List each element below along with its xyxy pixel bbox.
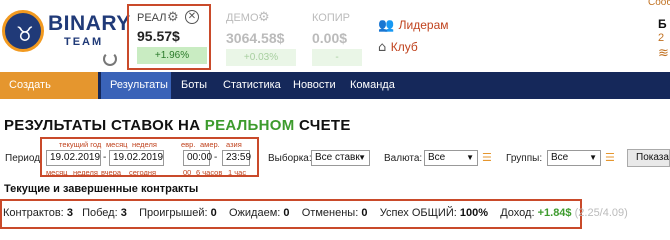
cancelled-count: 0 <box>361 207 368 219</box>
wins-label: Побед: <box>82 207 118 219</box>
account-demo[interactable]: ДЕМО ⚙ 3064.58$ +0.03% <box>218 6 296 68</box>
sample-value: Все ставк <box>315 152 360 163</box>
hint-month-b[interactable]: месяц <box>46 168 67 177</box>
income-detail: (2.25/4.09) <box>574 207 628 219</box>
hint-1h[interactable]: 1 час <box>228 168 246 177</box>
account-real-change: +1.96% <box>137 47 207 64</box>
brand-logo[interactable]: ♉ BINARY TEAM <box>2 8 130 66</box>
account-demo-label: ДЕМО <box>226 12 259 24</box>
hint-asia[interactable]: азия <box>226 140 242 149</box>
income-label: Доход: <box>500 207 535 219</box>
losses-label: Проигрышей: <box>139 207 208 219</box>
date-from-input[interactable]: 19.02.2019 <box>46 150 101 166</box>
refresh-icon[interactable] <box>103 52 117 66</box>
messages-link[interactable]: Сооб <box>648 0 670 8</box>
currency-select[interactable]: Все ▼ <box>424 150 478 166</box>
nav-results[interactable]: Результаты <box>101 72 171 99</box>
pending-count: 0 <box>283 207 290 219</box>
chevron-down-icon: ▼ <box>589 153 597 162</box>
account-real[interactable]: РЕАЛ ⚙ ✕ 95.57$ +1.96% <box>127 4 211 70</box>
gear-icon[interactable]: ⚙ <box>167 11 180 24</box>
logo-emblem: ♉ <box>2 10 44 52</box>
account-copy-label: КОПИР <box>312 12 350 24</box>
time-from-input[interactable]: 00:00 <box>183 150 212 166</box>
hint-6h[interactable]: 6 часов <box>196 168 222 177</box>
currency-label: Валюта: <box>384 153 423 164</box>
close-icon[interactable]: ✕ <box>185 10 199 24</box>
main-nav: Создать контракт Результаты Боты Статист… <box>0 72 670 118</box>
brand-name: BINARY <box>48 12 131 35</box>
account-real-label: РЕАЛ <box>137 12 167 24</box>
success-value: 100% <box>459 207 488 219</box>
account-copy[interactable]: КОПИР 0.00$ - <box>304 6 382 68</box>
leaders-label: Лидерам <box>398 18 449 32</box>
contracts-label: Контрактов: <box>3 207 64 219</box>
period-label: Период <box>5 153 41 164</box>
hint-current-year[interactable]: текущий год <box>59 140 101 149</box>
date-dash: - <box>103 152 107 163</box>
home-icon: ⌂ <box>378 40 387 55</box>
account-demo-balance: 3064.58$ <box>226 30 285 46</box>
nav-team[interactable]: Команда <box>341 72 404 99</box>
account-copy-balance: 0.00$ <box>312 30 348 46</box>
balance-corner-value: 2 <box>658 32 665 44</box>
success-label: Успех ОБЩИЙ: <box>379 207 457 219</box>
nav-create-contract[interactable]: Создать контракт <box>0 72 98 118</box>
users-icon: 👥 <box>378 18 395 33</box>
leaders-link[interactable]: 👥 Лидерам <box>378 16 449 34</box>
losses-count: 0 <box>210 207 217 219</box>
pending-label: Ожидаем: <box>228 207 281 219</box>
date-to-input[interactable]: 19.02.2019 <box>109 150 164 166</box>
groups-value: Все <box>551 152 569 163</box>
club-label: Клуб <box>390 40 418 54</box>
section-title: Текущие и завершенные контракты <box>4 183 199 195</box>
hint-eur[interactable]: евр. <box>181 140 195 149</box>
groups-select[interactable]: Все ▼ <box>547 150 601 166</box>
page-title: РЕЗУЛЬТАТЫ СТАВОК НА РЕАЛЬНОМ СЧЕТЕ <box>4 117 351 134</box>
nav-news[interactable]: Новости <box>284 72 345 99</box>
groups-menu-icon[interactable]: ☰ <box>605 151 615 164</box>
time-to-input[interactable]: 23:59 <box>222 150 251 166</box>
hint-month[interactable]: месяц <box>106 140 127 149</box>
income-value: +1.84$ <box>537 207 572 219</box>
account-demo-change: +0.03% <box>226 49 296 66</box>
currency-value: Все <box>428 152 446 163</box>
hint-today[interactable]: сегодня <box>129 168 156 177</box>
title-pre: РЕЗУЛЬТАТЫ СТАВОК НА <box>4 117 205 134</box>
coins-icon: ≋ <box>658 46 669 61</box>
stats-row: Контрактов: 3 Побед: 3 Проигрышей: 0 Ожи… <box>3 207 628 231</box>
hint-yesterday[interactable]: вчера <box>101 168 121 177</box>
hint-00[interactable]: 00 <box>183 168 191 177</box>
hint-week[interactable]: неделя <box>132 140 157 149</box>
sample-label: Выборка: <box>268 153 312 164</box>
chevron-down-icon: ▼ <box>466 153 474 162</box>
balance-corner-label: Б <box>658 17 667 31</box>
gear-icon[interactable]: ⚙ <box>258 11 271 24</box>
currency-menu-icon[interactable]: ☰ <box>482 151 492 164</box>
nav-statistics[interactable]: Статистика <box>214 72 290 99</box>
cancelled-label: Отменены: <box>301 207 359 219</box>
title-highlight: РЕАЛЬНОМ <box>204 117 295 134</box>
club-link[interactable]: ⌂ Клуб <box>378 38 418 56</box>
time-dash: - <box>214 152 218 163</box>
groups-label: Группы: <box>506 153 543 164</box>
account-copy-change: - <box>312 49 362 66</box>
sample-select[interactable]: Все ставк ▼ <box>311 150 370 166</box>
contracts-count: 3 <box>66 207 73 219</box>
wins-count: 3 <box>120 207 127 219</box>
bull-icon: ♉ <box>16 22 34 46</box>
brand-sub: TEAM <box>64 36 104 48</box>
chevron-down-icon: ▼ <box>358 153 366 162</box>
hint-amer[interactable]: амер. <box>200 140 220 149</box>
nav-bots[interactable]: Боты <box>172 72 216 99</box>
show-button[interactable]: Показат <box>627 149 670 167</box>
hint-week-b[interactable]: неделя <box>73 168 98 177</box>
title-post: СЧЕТЕ <box>294 117 351 134</box>
account-real-balance: 95.57$ <box>137 28 180 44</box>
